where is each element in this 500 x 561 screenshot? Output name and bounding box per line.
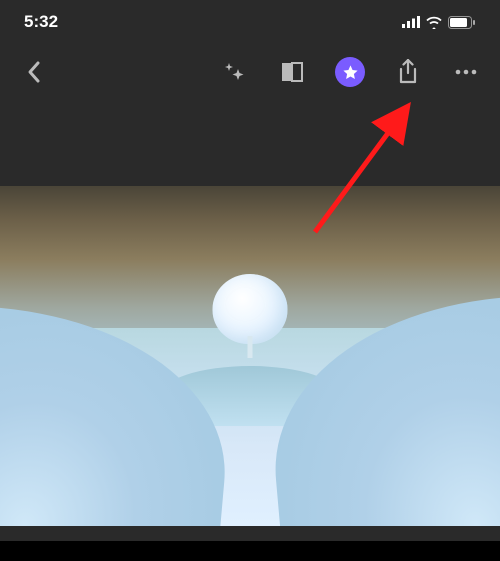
filter-panel-icon: [280, 60, 304, 84]
star-icon: [342, 64, 359, 81]
share-button[interactable]: [392, 56, 424, 88]
favorite-circle: [335, 57, 365, 87]
share-icon: [396, 59, 420, 85]
chevron-left-icon: [26, 60, 42, 84]
ellipsis-icon: [454, 68, 478, 76]
bottom-bar: [0, 541, 500, 561]
filter-button[interactable]: [276, 56, 308, 88]
enhance-button[interactable]: [218, 56, 250, 88]
more-button[interactable]: [450, 56, 482, 88]
status-bar: 5:32: [0, 0, 500, 44]
photo-content: [0, 186, 500, 526]
back-button[interactable]: [18, 56, 50, 88]
battery-icon: [448, 16, 476, 29]
photo-tree-canopy: [213, 274, 288, 344]
sparkles-icon: [223, 61, 245, 83]
wifi-icon: [425, 16, 443, 29]
favorite-button[interactable]: [334, 56, 366, 88]
photo-viewer[interactable]: [0, 100, 500, 561]
toolbar: [0, 44, 500, 100]
status-indicators: [402, 16, 476, 29]
cellular-signal-icon: [402, 16, 420, 28]
photo-tree-trunk: [248, 336, 253, 358]
status-time: 5:32: [24, 12, 58, 32]
